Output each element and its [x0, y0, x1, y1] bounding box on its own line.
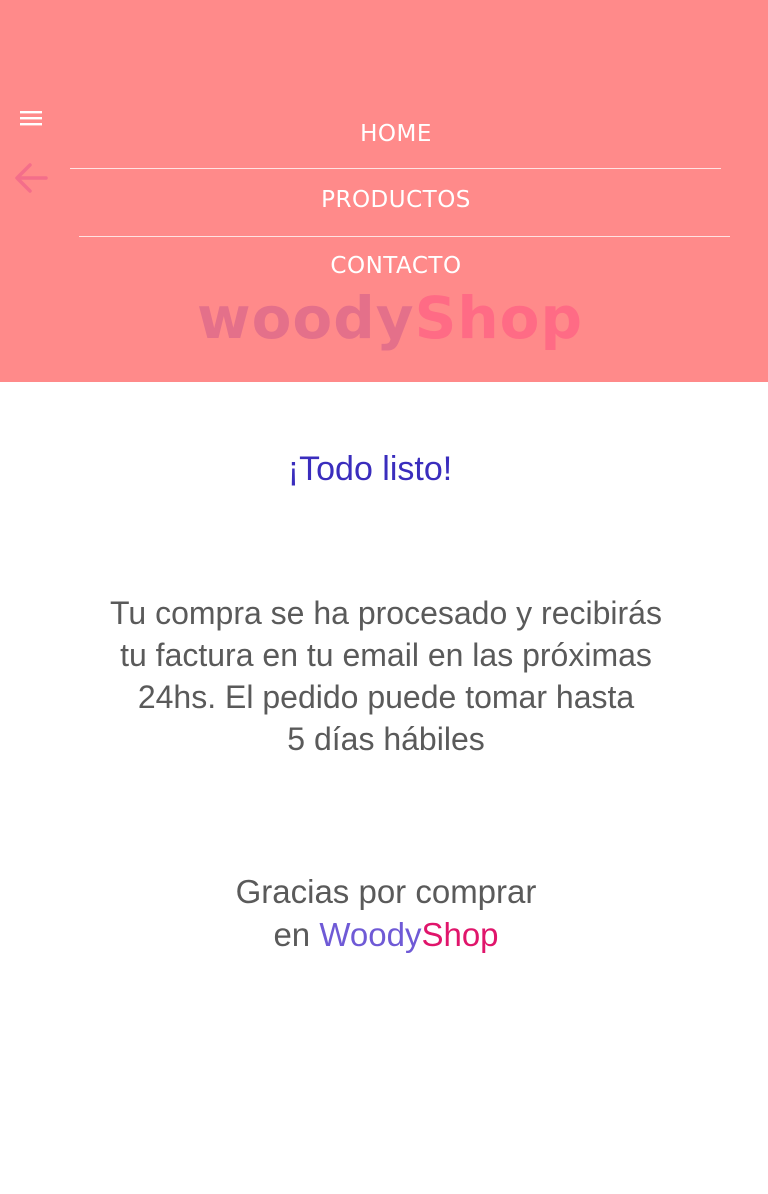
nav-home[interactable]: HOME: [0, 109, 768, 159]
thanks-line-1: Gracias por comprar: [235, 873, 537, 910]
message-line: Tu compra se ha procesado y recibirás: [110, 595, 662, 631]
app-header: HOME PRODUCTOS CONTACTO woody Shop: [0, 0, 768, 382]
message-line: 5 días hábiles: [287, 721, 485, 757]
brand-shop: Shop: [421, 916, 499, 953]
thanks-prefix: en: [273, 916, 320, 953]
nav-divider: [79, 236, 730, 237]
nav-productos[interactable]: PRODUCTOS: [0, 175, 768, 225]
woodyshop-logo[interactable]: woody Shop: [197, 284, 582, 374]
logo-text-woody: woody: [196, 284, 415, 352]
message-line: 24hs. El pedido puede tomar hasta: [137, 679, 635, 715]
nav-divider: [70, 168, 721, 169]
logo-text-shop: Shop: [414, 284, 584, 352]
thanks-line-2: en WoodyShop: [0, 913, 768, 956]
message-line: tu factura en tu email en las próximas: [120, 637, 652, 673]
brand-woody: Woody: [319, 916, 422, 953]
confirmation-message: Tu compra se ha procesado y recibirás tu…: [40, 592, 732, 760]
page-title: ¡Todo listo!: [287, 450, 453, 488]
thanks-message: Gracias por comprar en WoodyShop: [0, 870, 768, 956]
